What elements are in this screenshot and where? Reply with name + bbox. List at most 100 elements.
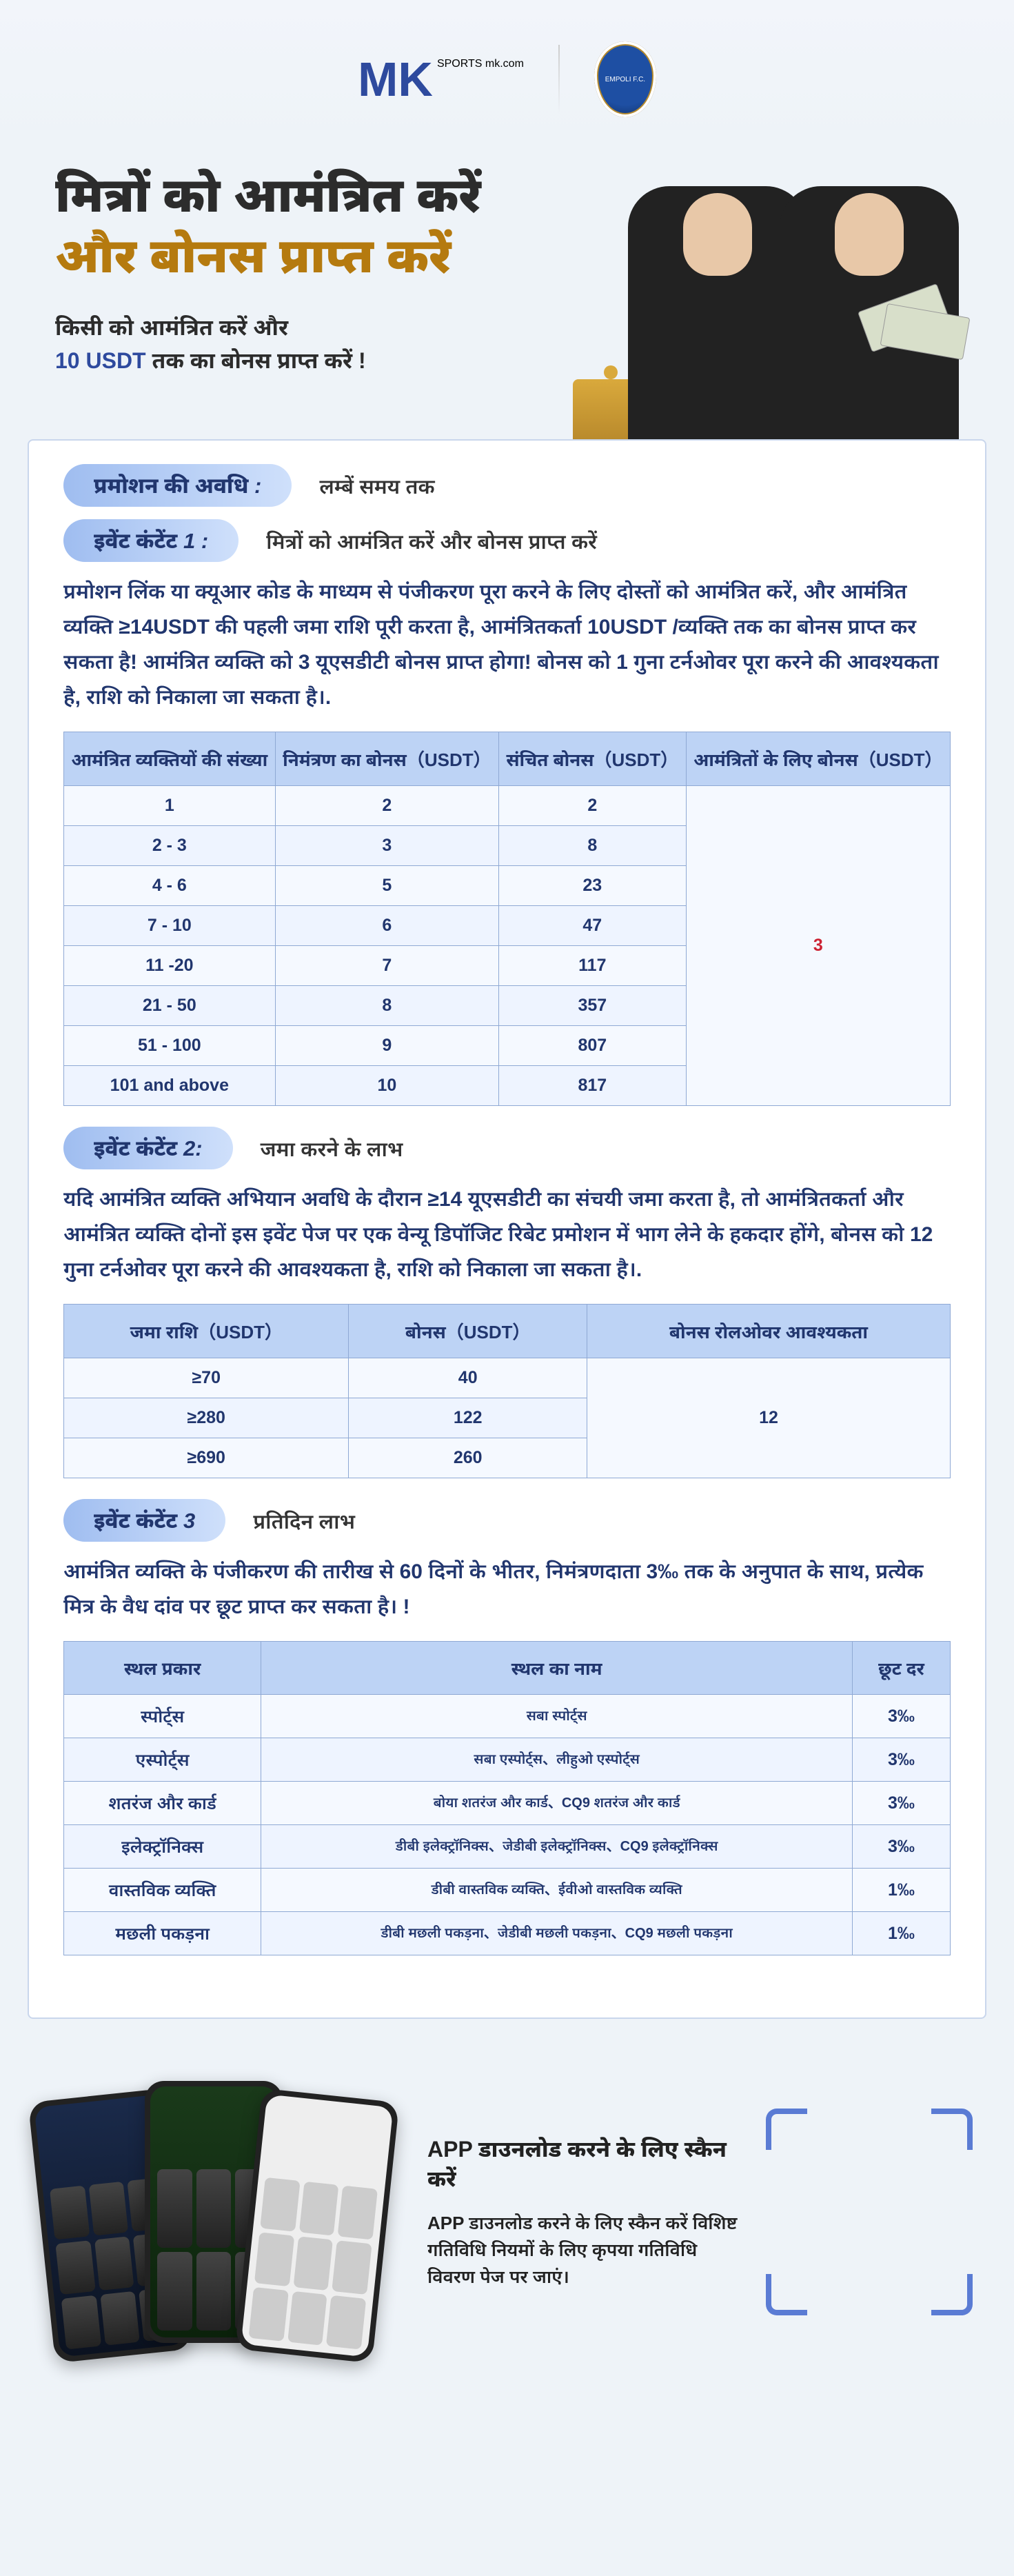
content-panel: प्रमोशन की अवधि : लम्बें समय तक इवेंट कं…	[28, 439, 986, 2019]
event3-description: आमंत्रित व्यक्ति के पंजीकरण की तारीख से …	[63, 1554, 951, 1624]
table-cell: 1	[64, 786, 276, 826]
table-cell: 117	[499, 946, 687, 986]
event3-pill: इवेंट कंटेंट 3	[63, 1499, 225, 1542]
table-cell: 51 - 100	[64, 1026, 276, 1066]
table-cell: 8	[275, 986, 498, 1026]
event1-th-1: निमंत्रण का बोनस（USDT）	[275, 732, 498, 786]
crest-label: EMPOLI F.C.	[605, 76, 645, 83]
qr-scan-frame-icon	[766, 2109, 973, 2315]
table-row: 1223	[64, 786, 951, 826]
promo-period-pill: प्रमोशन की अवधि :	[63, 464, 292, 507]
footer-text: APP डाउनलोड करने के लिए स्कैन करें APP ड…	[427, 2134, 738, 2291]
table-cell: मछली पकड़ना	[64, 1912, 261, 1955]
table-cell: 9	[275, 1026, 498, 1066]
event2-th-0: जमा राशि（USDT）	[64, 1305, 349, 1358]
table-cell: डीबी वास्तविक व्यक्ति、ईवीओ वास्तविक व्यक…	[261, 1869, 853, 1912]
table-cell: 2	[499, 786, 687, 826]
table-cell: 817	[499, 1066, 687, 1106]
table-cell: 4 - 6	[64, 866, 276, 906]
footer-body: APP डाउनलोड करने के लिए स्कैन करें विशिष…	[427, 2210, 738, 2291]
table-cell: 2 - 3	[64, 826, 276, 866]
promo-period-row: प्रमोशन की अवधि : लम्बें समय तक	[63, 464, 951, 507]
event3-th-0: स्थल प्रकार	[64, 1642, 261, 1695]
promo-period-text: लम्बें समय तक	[319, 472, 434, 500]
brand-lockup: MK SPORTS mk.com EMPOLI F.C.	[358, 41, 656, 117]
event3-th-2: छूट दर	[852, 1642, 950, 1695]
event1-table: आमंत्रित व्यक्तियों की संख्या निमंत्रण क…	[63, 732, 951, 1106]
event1-pill: इवेंट कंटेंट 1 :	[63, 519, 239, 562]
event2-title: जमा करने के लाभ	[261, 1134, 403, 1163]
table-cell: 11 -20	[64, 946, 276, 986]
money-fan-icon	[855, 283, 980, 365]
event2-th-1: बोनस（USDT）	[349, 1305, 587, 1358]
table-cell: 23	[499, 866, 687, 906]
table-cell: 1‰	[852, 1912, 950, 1955]
table-cell: वास्तविक व्यक्ति	[64, 1869, 261, 1912]
table-cell: 357	[499, 986, 687, 1026]
table-cell: 6	[275, 906, 498, 946]
table-cell: 2	[275, 786, 498, 826]
table-row: वास्तविक व्यक्तिडीबी वास्तविक व्यक्ति、ईव…	[64, 1869, 951, 1912]
event1-th-3: आमंत्रितों के लिए बोनस（USDT）	[686, 732, 950, 786]
table-cell: ≥280	[64, 1398, 349, 1438]
event3-header-row: इवेंट कंटेंट 3 प्रतिदिन लाभ	[63, 1499, 951, 1542]
table-cell: 122	[349, 1398, 587, 1438]
event1-th-0: आमंत्रित व्यक्तियों की संख्या	[64, 732, 276, 786]
event1-th-2: संचित बोनस（USDT）	[499, 732, 687, 786]
table-cell: 47	[499, 906, 687, 946]
table-cell: 101 and above	[64, 1066, 276, 1106]
table-row: स्पोर्ट्ससबा स्पोर्ट्स3‰	[64, 1695, 951, 1738]
mk-logo: MK SPORTS mk.com	[358, 58, 524, 101]
event1-description: प्रमोशन लिंक या क्यूआर कोड के माध्यम से …	[63, 574, 951, 715]
logo-divider	[558, 45, 560, 114]
table-cell: 3‰	[852, 1782, 950, 1825]
table-cell: इलेक्ट्रॉनिक्स	[64, 1825, 261, 1869]
hero-illustration	[545, 159, 973, 439]
hero: मित्रों को आमंत्रित करें और बोनस प्राप्त…	[0, 145, 1014, 439]
table-cell: 8	[499, 826, 687, 866]
footer-title: APP डाउनलोड करने के लिए स्कैन करें	[427, 2134, 738, 2193]
event2-description: यदि आमंत्रित व्यक्ति अभियान अवधि के दौरा…	[63, 1182, 951, 1287]
app-phone-mockups	[41, 2074, 400, 2350]
logo-sports: SPORTS	[437, 58, 483, 70]
logo-domain: mk.com	[485, 58, 524, 70]
table-cell: ≥70	[64, 1358, 349, 1398]
event2-header-row: इवेंट कंटेंट 2: जमा करने के लाभ	[63, 1127, 951, 1169]
table-cell: 1‰	[852, 1869, 950, 1912]
event1-header-row: इवेंट कंटेंट 1 : मित्रों को आमंत्रित करे…	[63, 519, 951, 562]
table-cell: सबा स्पोर्ट्स	[261, 1695, 853, 1738]
table-cell: 3‰	[852, 1825, 950, 1869]
table-row: ≥704012	[64, 1358, 951, 1398]
table-row: मछली पकड़नाडीबी मछली पकड़ना、जेडीबी मछली …	[64, 1912, 951, 1955]
hero-sub-rest: तक का बोनस प्राप्त करें !	[146, 348, 366, 373]
phone-mockup-icon	[235, 2089, 400, 2364]
hero-title-line1: मित्रों को आमंत्रित करें	[55, 168, 481, 222]
event3-title: प्रतिदिन लाभ	[253, 1507, 355, 1535]
table-row: शतरंज और कार्डबोया शतरंज और कार्ड、CQ9 शत…	[64, 1782, 951, 1825]
hero-sub-usdt: 10 USDT	[55, 348, 146, 373]
event2-pill: इवेंट कंटेंट 2:	[63, 1127, 233, 1169]
table-row: इलेक्ट्रॉनिक्सडीबी इलेक्ट्रॉनिक्स、जेडीबी…	[64, 1825, 951, 1869]
footer: APP डाउनलोड करने के लिए स्कैन करें APP ड…	[0, 2019, 1014, 2419]
table-cell: 7	[275, 946, 498, 986]
invitee-bonus-cell: 3	[686, 786, 950, 1106]
event3-th-1: स्थल का नाम	[261, 1642, 853, 1695]
table-cell: 10	[275, 1066, 498, 1106]
event3-table: स्थल प्रकार स्थल का नाम छूट दर स्पोर्ट्स…	[63, 1641, 951, 1955]
table-cell: 3	[275, 826, 498, 866]
table-cell: शतरंज और कार्ड	[64, 1782, 261, 1825]
table-cell: 5	[275, 866, 498, 906]
page: MK SPORTS mk.com EMPOLI F.C. मित्रों को …	[0, 0, 1014, 2419]
table-cell: 7 - 10	[64, 906, 276, 946]
table-cell: बोया शतरंज और कार्ड、CQ9 शतरंज और कार्ड	[261, 1782, 853, 1825]
hero-sub-line1: किसी को आमंत्रित करें और	[55, 315, 288, 340]
rollover-cell: 12	[587, 1358, 950, 1478]
table-cell: 3‰	[852, 1695, 950, 1738]
club-crest-icon: EMPOLI F.C.	[594, 41, 656, 117]
table-cell: एस्पोर्ट्स	[64, 1738, 261, 1782]
event2-th-2: बोनस रोलओवर आवश्यकता	[587, 1305, 950, 1358]
event2-table: जमा राशि（USDT） बोनस（USDT） बोनस रोलओवर आव…	[63, 1304, 951, 1478]
event1-title: मित्रों को आमंत्रित करें और बोनस प्राप्त…	[266, 527, 597, 555]
table-cell: डीबी इलेक्ट्रॉनिक्स、जेडीबी इलेक्ट्रॉनिक्…	[261, 1825, 853, 1869]
table-cell: स्पोर्ट्स	[64, 1695, 261, 1738]
